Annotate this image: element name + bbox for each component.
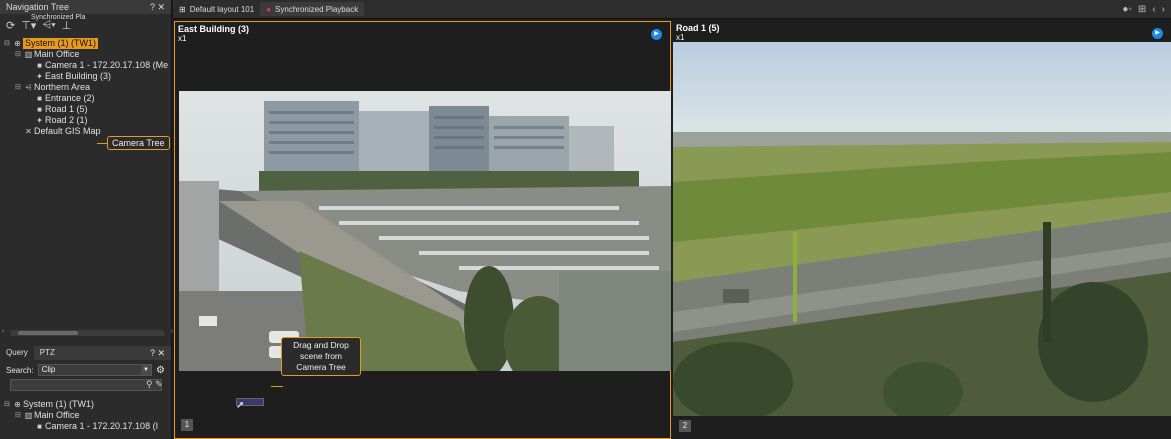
tree-item[interactable]: ■ Entrance (2) — [0, 93, 171, 104]
expander-icon[interactable]: ⊟ — [15, 82, 23, 93]
view-number-badge: 1 — [181, 419, 193, 431]
expander-icon[interactable]: ⊟ — [15, 49, 23, 60]
scene-image — [673, 42, 1171, 416]
nav-panel-controls[interactable]: ? ✕ — [150, 2, 165, 13]
tree-item[interactable]: ■ Camera 1 - 172.20.17.108 (Me — [0, 60, 171, 71]
expander-icon[interactable]: ⊟ — [15, 410, 23, 421]
topbar-controls: ●◦ ⊞ ‹ › — [1122, 4, 1171, 15]
tree-item-label: Entrance (2) — [45, 93, 95, 103]
refresh-icon[interactable]: ⟳ — [6, 19, 15, 32]
camera-icon: ■ — [37, 422, 42, 431]
tree-item-label: System (1) (TW1) — [23, 38, 98, 49]
scene-icon: ✦ — [36, 72, 43, 81]
chevron-down-icon[interactable]: ▼ — [141, 365, 152, 375]
view-title: East Building (3) — [178, 24, 250, 34]
tab-query[interactable]: Query — [0, 346, 34, 360]
tree-item-label: Road 2 (1) — [45, 115, 88, 125]
chevron-left-icon[interactable]: ‹ — [1152, 4, 1155, 15]
tree-item[interactable]: ✦ East Building (3) — [0, 71, 171, 82]
camera-icon: ■ — [37, 61, 42, 70]
video-view-2[interactable]: Road 1 (5) x1 ▶ 2 — [673, 21, 1171, 439]
gear-icon[interactable]: ⚙ — [156, 365, 165, 376]
camera-tree-callout: Camera Tree — [107, 136, 170, 150]
scroll-left-icon[interactable]: ‹ — [2, 328, 4, 335]
video-view-1[interactable]: East Building (3) x1 ▶ Drag and Drop sce… — [174, 21, 671, 439]
nav-panel-header: Navigation Tree ? ✕ — [0, 0, 171, 14]
grid-layout-icon[interactable]: ⊞ — [1138, 4, 1146, 15]
play-icon[interactable]: ▶ — [651, 29, 662, 40]
app-window: Navigation Tree ? ✕ ⟳ ⊤▾ ⩤▾ ⊥ Synchroniz… — [0, 0, 1171, 439]
tree-item-label: Northern Area — [34, 82, 91, 92]
tree-item-label: Camera 1 - 172.20.17.108 (Me — [45, 60, 169, 70]
drag-drop-callout: Drag and Drop scene from Camera Tree — [281, 337, 361, 376]
camera-tree: ⊟ ⊕ System (1) (TW1) ⊟ ▥ Main Office ■ Camera 1… — [0, 38, 171, 328]
scene-icon: ✦ — [36, 116, 43, 125]
query-panel-controls[interactable]: ? ✕ — [150, 348, 171, 359]
tab-default-layout[interactable]: ⊞ Default layout 101 — [173, 2, 260, 16]
chevron-right-icon[interactable]: › — [1162, 4, 1165, 15]
tab-synchronized-playback[interactable]: ● Synchronized Playback — [260, 2, 365, 16]
search-icon[interactable]: ⚲ ✎ — [146, 379, 163, 390]
camera-icon: ■ — [37, 105, 42, 114]
search-row: Search: Clip ▼ ⚙ — [0, 363, 171, 377]
globe-icon: ⊕ — [14, 39, 21, 48]
view-title: Road 1 (5) — [676, 23, 720, 33]
sync-icon: ● — [266, 4, 272, 14]
tree-item-label: Default GIS Map — [34, 126, 101, 136]
play-icon[interactable]: ▶ — [1152, 28, 1163, 39]
search-type-select[interactable]: Clip ▼ — [37, 364, 153, 376]
layout-icon: ⊞ — [179, 4, 186, 14]
tree-item[interactable]: ⊟ ⩤ Northern Area — [0, 82, 171, 93]
globe-icon: ⊕ — [14, 400, 21, 409]
tree-item[interactable]: ⊟ ⊕ System (1) (TW1) — [0, 38, 171, 49]
nav-panel-title: Navigation Tree — [6, 2, 70, 12]
tree-item-label: Main Office — [34, 49, 80, 59]
tree-item[interactable]: ✦ Road 2 (1) — [0, 115, 171, 126]
tree-item-label: Road 1 (5) — [45, 104, 88, 114]
expander-icon[interactable]: ⊟ — [4, 38, 12, 49]
view-zoom: x1 — [676, 33, 685, 42]
toolbar-tooltip: Synchronized Pla — [31, 14, 86, 21]
camera-feed-east-building — [179, 91, 671, 371]
camera-feed-road-1 — [673, 42, 1171, 416]
tab-label: Synchronized Playback — [275, 4, 359, 14]
building-icon: ▥ — [24, 411, 33, 420]
query-tree: ⊟ ⊕ System (1) (TW1) ⊟ ▥ Main Office ■ Camera 1… — [0, 399, 171, 432]
tree-item-label: System (1) (TW1) — [23, 399, 94, 409]
tree-horizontal-scrollbar[interactable]: ‹ › — [2, 328, 173, 336]
layout-tab-bar: ⊞ Default layout 101 ● Synchronized Play… — [173, 0, 1171, 19]
query-panel-header: Query PTZ ? ✕ — [0, 346, 171, 360]
search-input[interactable] — [10, 379, 162, 391]
view-zoom: x1 — [178, 34, 187, 43]
drag-cursor-icon: ➚ — [236, 400, 245, 411]
share-icon: ⩤ — [25, 83, 32, 92]
callout-connector — [271, 386, 283, 387]
tree-item[interactable]: ■ Camera 1 - 172.20.17.108 (I — [0, 421, 171, 432]
tree-item[interactable]: ⊟ ⊕ System (1) (TW1) — [0, 399, 171, 410]
search-type-value: Clip — [41, 365, 56, 374]
expander-icon[interactable]: ⊟ — [4, 399, 12, 410]
tree-item[interactable]: ■ Road 1 (5) — [0, 104, 171, 115]
tree-item[interactable]: ⊟ ▥ Main Office — [0, 49, 171, 60]
status-dot-icon[interactable]: ●◦ — [1122, 4, 1132, 15]
tab-ptz[interactable]: PTZ — [34, 346, 61, 360]
callout-connector — [97, 143, 107, 144]
tree-item-label: Main Office — [34, 410, 80, 420]
left-panel: Navigation Tree ? ✕ ⟳ ⊤▾ ⩤▾ ⊥ Synchroniz… — [0, 0, 173, 439]
tree-item[interactable]: ⊟ ▥ Main Office — [0, 410, 171, 421]
tab-label: Default layout 101 — [189, 4, 255, 14]
tree-item-label: Camera 1 - 172.20.17.108 (I — [45, 421, 159, 431]
building-icon: ▥ — [24, 50, 33, 59]
scene-image — [179, 91, 671, 371]
scrollbar-thumb[interactable] — [18, 331, 78, 335]
map-icon: ✕ — [25, 127, 32, 136]
tree-item-label: East Building (3) — [45, 71, 112, 81]
search-label: Search: — [6, 365, 34, 375]
view-number-badge: 2 — [679, 420, 691, 432]
scroll-right-icon[interactable]: › — [171, 328, 173, 335]
camera-icon: ■ — [37, 94, 42, 103]
nav-toolbar: ⟳ ⊤▾ ⩤▾ ⊥ Synchronized Pla — [0, 14, 171, 36]
